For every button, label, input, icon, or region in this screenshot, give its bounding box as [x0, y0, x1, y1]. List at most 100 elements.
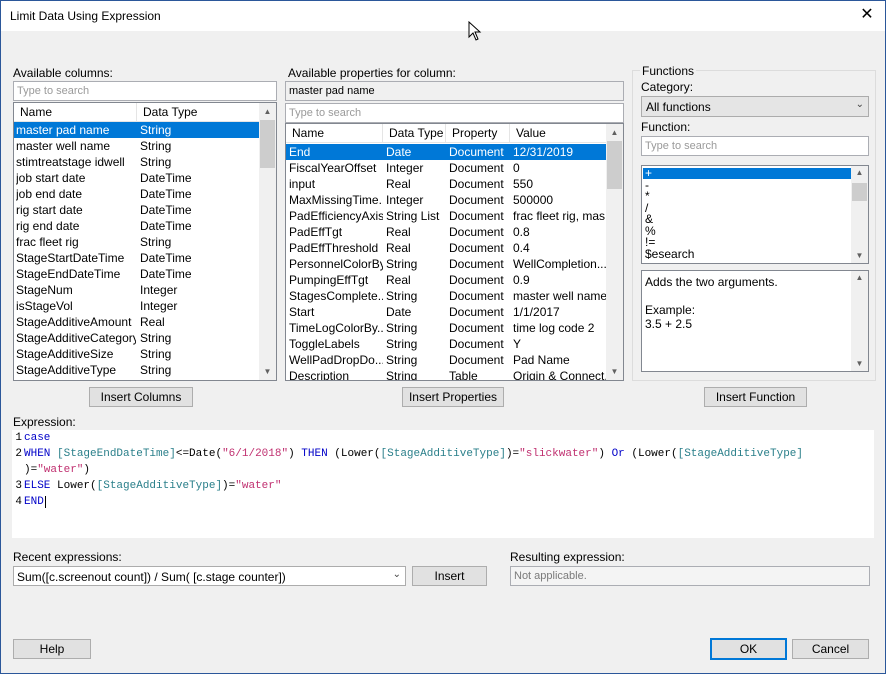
description-scrollbar[interactable]: ▲ ▼: [851, 271, 868, 371]
column-row[interactable]: StageEndDateTime DateTime: [14, 266, 260, 282]
property-row[interactable]: PadEffTgt Real Document 0.8: [286, 224, 607, 240]
property-row-cell: Document: [449, 145, 504, 159]
property-row-cell: String: [386, 257, 418, 271]
column-row[interactable]: master well name String: [14, 138, 260, 154]
column-row-cell: StageAdditiveAmount: [16, 315, 132, 329]
scroll-up-arrow-icon[interactable]: ▲: [851, 271, 868, 285]
insert-columns-button[interactable]: Insert Columns: [89, 387, 193, 407]
property-row[interactable]: End Date Document 12/31/2019: [286, 144, 607, 160]
property-row-cell: Date: [386, 145, 412, 159]
property-row[interactable]: PadEffThreshold Real Document 0.4: [286, 240, 607, 256]
function-item[interactable]: %: [643, 225, 852, 237]
available-properties-label: Available properties for column:: [288, 66, 456, 80]
properties-scrollbar[interactable]: ▲ ▼: [606, 124, 623, 380]
insert-recent-button[interactable]: Insert: [412, 566, 487, 586]
column-row[interactable]: StageAdditiveCategory String: [14, 330, 260, 346]
column-row-cell: DateTime: [140, 219, 192, 233]
code-line-2-wrap: )="water"): [24, 464, 91, 476]
property-header-name[interactable]: Name: [286, 124, 383, 142]
close-icon[interactable]: ✕: [857, 5, 877, 25]
scroll-down-arrow-icon[interactable]: ▼: [606, 363, 623, 380]
function-item[interactable]: &: [643, 213, 852, 225]
property-row[interactable]: WellPadDropDo... String Document Pad Name: [286, 352, 607, 368]
property-row[interactable]: PersonnelColorBy String Document WellComple…: [286, 256, 607, 272]
insert-function-button[interactable]: Insert Function: [704, 387, 807, 407]
columns-list[interactable]: Name Data Type master pad name String mast…: [13, 102, 277, 381]
property-row[interactable]: TimeLogColorBy... String Document time log …: [286, 320, 607, 336]
column-row[interactable]: StageNum Integer: [14, 282, 260, 298]
property-row-cell: MaxMissingTime...: [289, 193, 383, 207]
property-row-cell: Table: [449, 369, 478, 381]
column-row[interactable]: job end date DateTime: [14, 186, 260, 202]
function-item[interactable]: $esearch: [643, 248, 852, 260]
columns-search-input[interactable]: Type to search: [13, 81, 277, 101]
column-row[interactable]: isStageVol Integer: [14, 298, 260, 314]
scroll-up-arrow-icon[interactable]: ▲: [259, 103, 276, 120]
column-row[interactable]: StageAdditiveType String: [14, 362, 260, 378]
code-line-4: END​: [24, 496, 46, 508]
functions-search-input[interactable]: Type to search: [641, 136, 869, 156]
column-row[interactable]: master pad name String: [14, 122, 260, 138]
title-bar[interactable]: Limit Data Using Expression ✕: [1, 1, 885, 31]
column-row-cell: master pad name: [16, 123, 110, 137]
column-row[interactable]: stimtreatstage idwell String: [14, 154, 260, 170]
scroll-up-arrow-icon[interactable]: ▲: [606, 124, 623, 141]
functions-list[interactable]: + - * / &% != $esearch ▲ ▼: [641, 165, 869, 264]
property-row-cell: Document: [449, 257, 504, 271]
recent-expression-value: Sum([c.screenout count]) / Sum( [c.stage…: [17, 570, 286, 584]
column-header-name[interactable]: Name: [14, 103, 137, 121]
column-row-cell: Real: [140, 315, 165, 329]
column-row[interactable]: rig start date DateTime: [14, 202, 260, 218]
help-button[interactable]: Help: [13, 639, 91, 659]
function-item[interactable]: *: [643, 190, 852, 202]
property-header-datatype[interactable]: Data Type: [383, 124, 446, 142]
property-row[interactable]: Start Date Document 1/1/2017: [286, 304, 607, 320]
property-row-cell: Document: [449, 241, 504, 255]
property-row-cell: 0.9: [513, 273, 530, 287]
property-row[interactable]: PadEfficiencyAxis String List Document frac…: [286, 208, 607, 224]
column-row-cell: StageEndDateTime: [16, 267, 121, 281]
column-row[interactable]: job start date DateTime: [14, 170, 260, 186]
property-row[interactable]: ToggleLabels String Document Y: [286, 336, 607, 352]
column-row-cell: isStageVol: [16, 299, 73, 313]
properties-search-input[interactable]: Type to search: [285, 103, 624, 123]
cancel-button[interactable]: Cancel: [792, 639, 869, 659]
property-row-cell: Document: [449, 321, 504, 335]
function-item[interactable]: -: [643, 179, 852, 191]
scroll-down-arrow-icon[interactable]: ▼: [851, 357, 868, 371]
function-item[interactable]: /: [643, 202, 852, 214]
column-row[interactable]: StageAdditiveSize String: [14, 346, 260, 362]
text-cursor: ​: [44, 496, 46, 508]
property-header-type[interactable]: Property ...: [446, 124, 510, 158]
column-row-cell: DateTime: [140, 187, 192, 201]
properties-list[interactable]: Name Data Type Property ... Value End Dat…: [285, 123, 624, 381]
column-row[interactable]: rig end date DateTime: [14, 218, 260, 234]
column-row[interactable]: frac fleet rig String: [14, 234, 260, 250]
property-row[interactable]: FiscalYearOffset Integer Document 0: [286, 160, 607, 176]
ok-button[interactable]: OK: [710, 638, 787, 660]
functions-scrollbar[interactable]: ▲ ▼: [851, 166, 868, 263]
expression-editor[interactable]: 1 2 3 4 case WHEN [StageEndDateTime]<=Da…: [12, 430, 874, 538]
property-row-cell: Document: [449, 177, 504, 191]
property-row[interactable]: PumpingEffTgt Real Document 0.9: [286, 272, 607, 288]
column-row[interactable]: StageAdditiveAmount Real: [14, 314, 260, 330]
property-row-cell: End: [289, 145, 311, 159]
property-header-value[interactable]: Value: [510, 124, 607, 142]
insert-properties-button[interactable]: Insert Properties: [402, 387, 504, 407]
column-header-datatype[interactable]: Data Type: [137, 103, 260, 121]
columns-scrollbar[interactable]: ▲ ▼: [259, 103, 276, 380]
category-select[interactable]: All functions ⌄: [641, 96, 869, 117]
property-row[interactable]: StagesComplete... String Document master we…: [286, 288, 607, 304]
property-row[interactable]: MaxMissingTime... Integer Document 500000: [286, 192, 607, 208]
column-row[interactable]: StageStartDateTime DateTime: [14, 250, 260, 266]
property-row[interactable]: Description String Table Origin & Connect..…: [286, 368, 607, 381]
property-row-cell: frac fleet rig, mas...: [513, 209, 607, 223]
column-row-cell: rig start date: [16, 203, 83, 217]
function-item[interactable]: +: [643, 167, 852, 179]
scroll-down-arrow-icon[interactable]: ▼: [259, 363, 276, 380]
recent-expressions-select[interactable]: Sum([c.screenout count]) / Sum( [c.stage…: [13, 566, 406, 586]
scroll-down-arrow-icon[interactable]: ▼: [851, 249, 868, 263]
property-row[interactable]: input Real Document 550: [286, 176, 607, 192]
scroll-up-arrow-icon[interactable]: ▲: [851, 166, 868, 180]
property-row-cell: Integer: [386, 161, 424, 175]
